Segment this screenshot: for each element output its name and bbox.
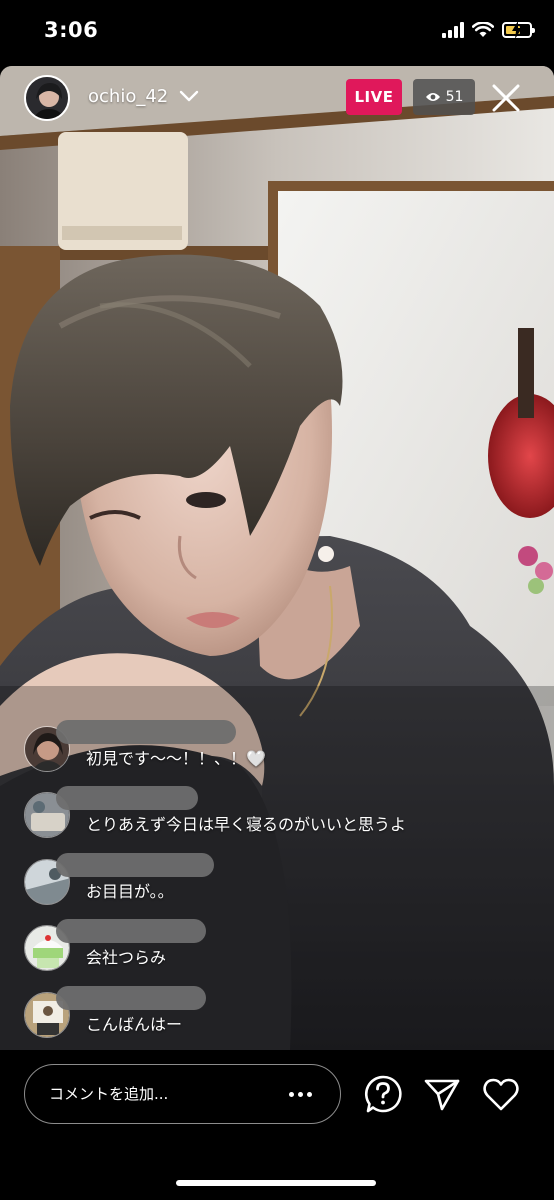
signal-icon: [442, 22, 464, 38]
more-icon[interactable]: [284, 1080, 316, 1108]
username-redaction: [56, 919, 206, 943]
comment-text: こんばんはー: [86, 1015, 183, 1034]
comment-text: お目目が。。: [86, 882, 174, 901]
status-icons: [442, 21, 535, 39]
wifi-icon: [472, 22, 494, 37]
host-avatar[interactable]: [24, 75, 70, 121]
comment-item: お目目が。。: [24, 853, 544, 907]
status-bar: 3:06: [0, 0, 554, 66]
username-redaction: [56, 720, 236, 744]
close-icon[interactable]: [488, 80, 524, 116]
live-label: LIVE: [354, 88, 394, 106]
comment-item: とりあえず今日は早く寝るのがいいと思うよ: [24, 786, 544, 840]
question-icon[interactable]: [363, 1074, 403, 1114]
host-username[interactable]: ochio_42: [88, 86, 168, 107]
username-redaction: [56, 853, 214, 877]
viewer-count-badge[interactable]: 51: [413, 79, 475, 115]
comment-item: 初見です〜〜！！、！🤍: [24, 720, 544, 774]
live-badge: LIVE: [346, 79, 402, 115]
comment-text: 会社つらみ: [86, 948, 167, 967]
comment-text: とりあえず今日は早く寝るのがいいと思うよ: [86, 815, 407, 834]
username-redaction: [56, 786, 198, 810]
viewer-count: 51: [445, 89, 464, 105]
comment-text: 初見です〜〜！！、！🤍: [86, 749, 266, 768]
status-time: 3:06: [44, 18, 99, 42]
comment-item: 会社つらみ: [24, 919, 544, 973]
home-indicator[interactable]: [176, 1180, 376, 1186]
send-icon[interactable]: [422, 1074, 462, 1114]
username-redaction: [56, 986, 206, 1010]
battery-icon: [502, 21, 535, 39]
chevron-down-icon[interactable]: [178, 88, 200, 104]
comment-item: こんばんはー: [24, 986, 544, 1040]
heart-icon[interactable]: [481, 1074, 521, 1114]
eye-icon: [425, 93, 440, 101]
